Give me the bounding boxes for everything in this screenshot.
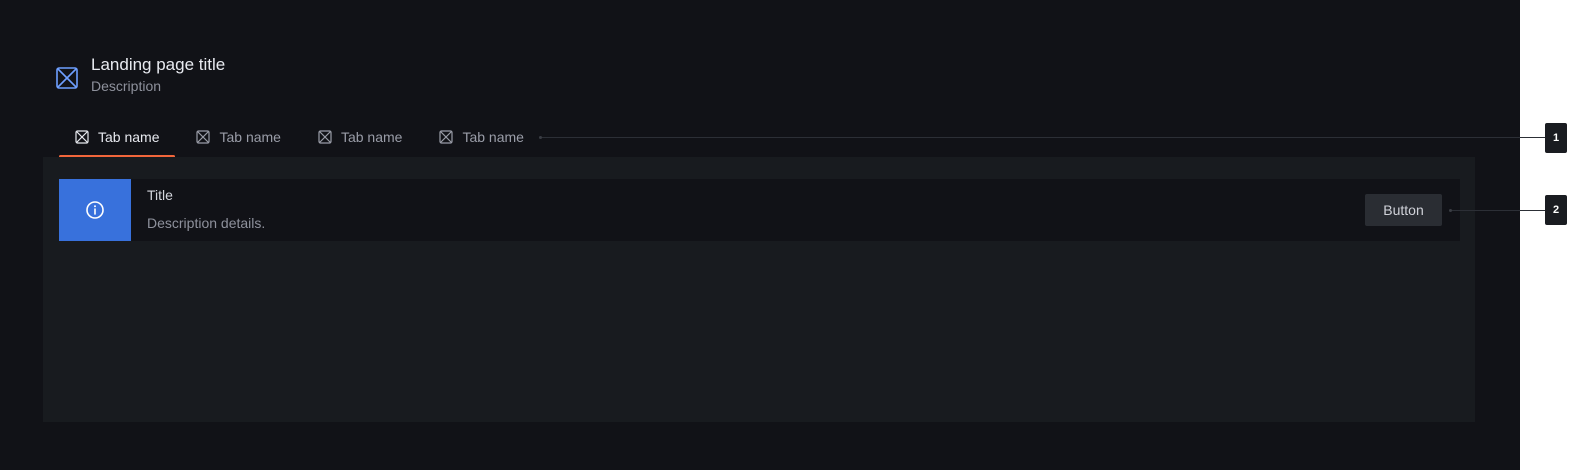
callout-line-2 (1452, 210, 1545, 211)
alert-description: Description details. (147, 215, 266, 231)
callout-badge-2: 2 (1545, 195, 1567, 225)
page-header: Landing page title Description (56, 54, 225, 95)
tab-2[interactable]: Tab name (180, 124, 296, 150)
alert-title: Title (147, 187, 173, 203)
alert-action-button[interactable]: Button (1365, 194, 1442, 226)
tab-label: Tab name (462, 129, 524, 145)
placeholder-icon (75, 130, 89, 144)
placeholder-icon (439, 130, 454, 144)
page-description: Description (91, 78, 162, 94)
tab-3[interactable]: Tab name (302, 124, 418, 150)
tab-content-panel: Title Description details. Button (43, 157, 1475, 422)
tab-bar: Tab name Tab name Tab name Tab name (59, 124, 545, 158)
placeholder-icon (318, 130, 332, 144)
tab-label: Tab name (98, 129, 160, 145)
info-alert: Title Description details. Button (59, 179, 1460, 241)
alert-icon-box (59, 179, 131, 241)
callout-badge-1: 1 (1545, 123, 1567, 153)
page-heading: Landing page title Description (91, 54, 225, 95)
app-frame: Landing page title Description Tab name … (0, 0, 1520, 470)
tab-1[interactable]: Tab name (59, 124, 176, 158)
placeholder-icon (56, 67, 78, 89)
tab-4[interactable]: Tab name (423, 124, 539, 150)
info-icon (86, 201, 104, 219)
tab-label: Tab name (219, 129, 281, 145)
page-title: Landing page title (91, 55, 226, 74)
callout-line-1 (542, 137, 1545, 138)
placeholder-icon (196, 130, 211, 144)
tab-label: Tab name (340, 129, 403, 145)
